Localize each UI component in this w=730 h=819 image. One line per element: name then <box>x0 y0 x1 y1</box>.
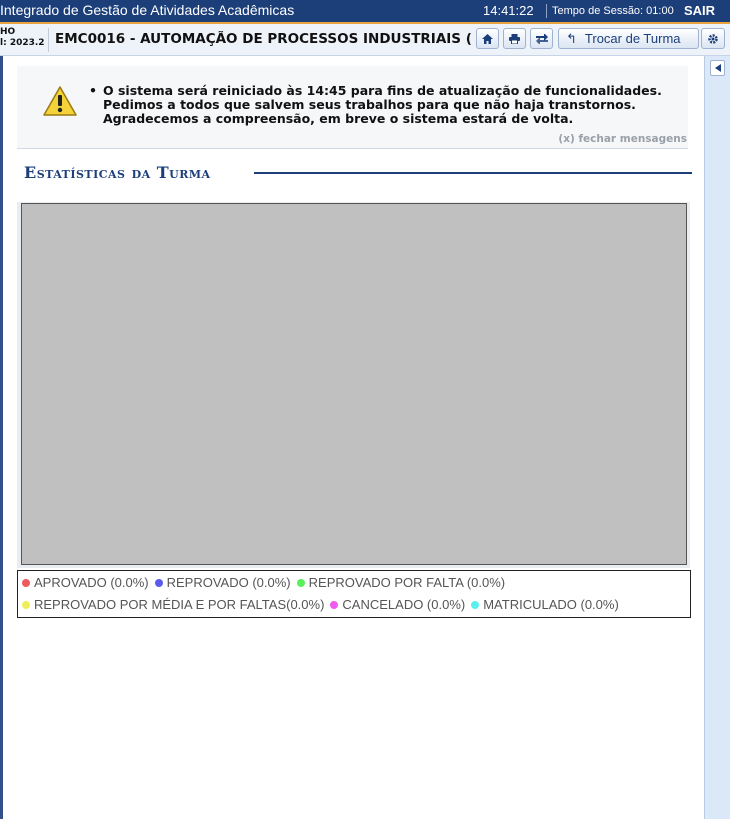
legend-label: CANCELADO (0.0%) <box>342 597 466 612</box>
message-line: Pedimos a todos que salvem seus trabalho… <box>103 97 636 112</box>
warning-icon <box>43 86 77 116</box>
user-name: HO <box>0 27 16 37</box>
legend-marker <box>154 578 163 587</box>
message-line: O sistema será reiniciado às 14:45 para … <box>103 83 662 98</box>
legend-marker <box>296 578 305 587</box>
collapse-panel-button[interactable] <box>710 60 725 76</box>
legend-label: APROVADO (0.0%) <box>34 575 149 590</box>
user-info: HO l: 2023.2 <box>0 27 45 49</box>
legend-item: APROVADO (0.0%) <box>22 575 149 590</box>
printer-icon <box>509 33 520 44</box>
message-text: • O sistema será reiniciado às 14:45 par… <box>89 83 662 126</box>
turma-title: EMC0016 - AUTOMAÇÃO DE PROCESSOS INDUSTR… <box>55 31 471 47</box>
legend-item: CANCELADO (0.0%) <box>330 597 465 612</box>
chart-legend: APROVADO (0.0%) REPROVADO (0.0%) REPROVA… <box>17 570 691 618</box>
system-message-box: • O sistema será reiniciado às 14:45 par… <box>17 66 688 149</box>
legend-marker <box>471 600 480 609</box>
side-panel <box>704 56 730 819</box>
swap-button[interactable] <box>530 28 553 49</box>
section-title: Estatísticas da Turma <box>24 163 211 182</box>
legend-label: REPROVADO POR FALTA (0.0%) <box>308 575 506 590</box>
title-underline <box>254 172 692 174</box>
logout-button[interactable]: SAIR <box>684 3 715 18</box>
session-timer: Tempo de Sessão: 01:00 <box>552 5 674 17</box>
clock: 14:41:22 <box>483 3 534 18</box>
legend-marker <box>22 578 30 587</box>
legend-label: MATRICULADO (0.0%) <box>483 597 619 612</box>
trocar-turma-button[interactable]: ↰ Trocar de Turma <box>558 28 699 49</box>
chart-plot-area <box>21 203 687 565</box>
swap-icon <box>535 33 548 44</box>
print-button[interactable] <box>503 28 526 49</box>
settings-button[interactable] <box>701 28 725 49</box>
legend-label: REPROVADO (0.0%) <box>166 575 291 590</box>
sub-header: HO l: 2023.2 EMC0016 - AUTOMAÇÃO DE PROC… <box>0 24 730 56</box>
legend-item: REPROVADO POR FALTA (0.0%) <box>296 575 506 590</box>
legend-item: REPROVADO POR MÉDIA E POR FALTAS(0.0%) <box>22 597 324 612</box>
left-border <box>0 56 3 819</box>
back-arrow-icon: ↰ <box>566 30 577 46</box>
legend-marker <box>22 600 30 609</box>
home-button[interactable] <box>476 28 499 49</box>
user-period: l: 2023.2 <box>0 38 45 48</box>
divider <box>546 4 547 18</box>
home-icon <box>482 33 493 44</box>
legend-marker <box>330 600 339 609</box>
top-bar: Integrado de Gestão de Atividades Acadêm… <box>0 0 730 22</box>
system-title: Integrado de Gestão de Atividades Acadêm… <box>0 2 295 18</box>
close-messages-link[interactable]: (x) fechar mensagens <box>558 133 687 145</box>
trocar-turma-label: Trocar de Turma <box>584 31 681 46</box>
legend-item: REPROVADO (0.0%) <box>154 575 291 590</box>
gear-icon <box>708 33 718 44</box>
divider <box>48 28 49 52</box>
collapse-left-icon <box>714 64 721 72</box>
bullet: • <box>89 83 97 98</box>
legend-item: MATRICULADO (0.0%) <box>471 597 619 612</box>
legend-label: REPROVADO POR MÉDIA E POR FALTAS(0.0%) <box>34 597 325 612</box>
chart-container <box>17 202 690 568</box>
message-line: Agradecemos a compreensão, em breve o si… <box>103 111 574 126</box>
